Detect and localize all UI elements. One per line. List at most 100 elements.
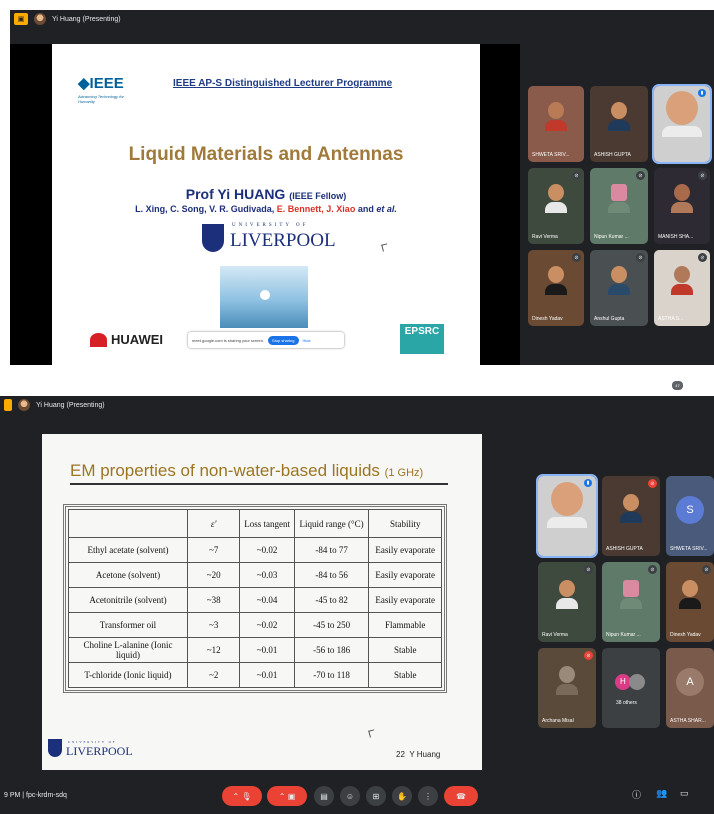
water-drop-image bbox=[220, 266, 308, 328]
presenter-avatar bbox=[34, 13, 46, 25]
captions-button[interactable]: ▤ bbox=[314, 786, 334, 806]
mic-off-icon: ⊘ bbox=[648, 565, 657, 574]
slide-footer: 22 Y Huang bbox=[396, 750, 440, 759]
mic-off-icon: ⊘ bbox=[698, 253, 707, 262]
emoji-icon: ☺ bbox=[345, 791, 355, 801]
chevron-up-icon[interactable]: ⌃ bbox=[232, 792, 239, 801]
mic-off-icon: ⊘ bbox=[636, 253, 645, 262]
speaking-indicator-icon: ▮ bbox=[584, 479, 592, 487]
hide-notice-button[interactable]: Hide bbox=[303, 338, 311, 343]
participant-tile[interactable]: ⊘ MANISH SHA... bbox=[654, 168, 710, 244]
slide-title: Liquid Materials and Antennas bbox=[128, 144, 404, 165]
chat-icon[interactable]: ▭ bbox=[680, 788, 689, 799]
end-call-icon: ☎ bbox=[456, 791, 466, 801]
screen-share-area: EM properties of non-water-based liquids… bbox=[0, 430, 524, 770]
slide: EM properties of non-water-based liquids… bbox=[42, 434, 482, 770]
more-vert-icon: ⋮ bbox=[424, 791, 432, 801]
screen-share-area: ◆IEEE Advancing Technology for Humanity … bbox=[10, 44, 520, 365]
epsrc-logo: EPSRC bbox=[400, 324, 444, 354]
em-properties-table: ε' Loss tangent Liquid range (°C) Stabil… bbox=[63, 504, 447, 693]
participant-tile[interactable]: ⊘ Nipun Kumar ... bbox=[602, 562, 660, 642]
participant-tile[interactable]: ⊘ Archana Misal bbox=[538, 648, 596, 728]
mic-off-icon: ⊘ bbox=[572, 171, 581, 180]
chevron-up-icon[interactable]: ⌃ bbox=[279, 792, 286, 801]
info-icon[interactable]: ⓘ bbox=[632, 788, 641, 801]
page-number: 22 bbox=[396, 750, 405, 759]
crest-icon bbox=[48, 739, 62, 757]
present-button[interactable]: ⊞ bbox=[366, 786, 386, 806]
participant-tile[interactable]: ⊘ Nipun Kumar ... bbox=[590, 168, 648, 244]
presenter-name: Prof Yi HUANG (IEEE Fellow) bbox=[185, 186, 347, 202]
authors: L. Xing, C. Song, V. R. Gudivada, E. Ben… bbox=[135, 204, 397, 214]
mic-off-icon: ⊘ bbox=[636, 171, 645, 180]
camera-toggle-button[interactable]: ⌃ ▣ bbox=[267, 786, 307, 806]
speaking-indicator-icon: ▮ bbox=[698, 89, 706, 97]
mic-off-icon: ⊘ bbox=[584, 565, 593, 574]
slide: ◆IEEE Advancing Technology for Humanity … bbox=[52, 44, 480, 365]
avatar: A bbox=[676, 667, 704, 696]
more-options-button[interactable]: ⋮ bbox=[418, 786, 438, 806]
participant-tile[interactable]: ⊘ Anshul Gupta bbox=[590, 250, 648, 326]
presenter-bar: ▣ Yi Huang (Presenting) bbox=[10, 10, 714, 28]
presenter-label: Yi Huang (Presenting) bbox=[36, 401, 105, 409]
participant-tile[interactable]: ⊘ Ravi Verma bbox=[528, 168, 584, 244]
participant-tile[interactable]: SHWETA SRIV... bbox=[528, 86, 584, 162]
present-to-all-icon[interactable] bbox=[4, 399, 12, 411]
participant-tile-speaking[interactable]: ▮ bbox=[536, 474, 598, 558]
present-to-all-icon[interactable]: ▣ bbox=[14, 13, 28, 25]
huawei-logo: HUAWEI bbox=[90, 332, 163, 347]
people-icon[interactable]: 👥 bbox=[656, 788, 667, 799]
table-row: Choline L-alanine (Ionic liquid) ~12 ~0.01… bbox=[68, 637, 442, 663]
mic-off-icon: 🎙 bbox=[241, 791, 252, 801]
raise-hand-button[interactable]: ✋ bbox=[392, 786, 412, 806]
presenter-bar: Yi Huang (Presenting) bbox=[0, 396, 714, 414]
stop-sharing-button[interactable]: Stop sharing bbox=[268, 335, 299, 345]
presenter-label: Yi Huang (Presenting) bbox=[52, 15, 121, 23]
mic-off-icon: ⊘ bbox=[698, 171, 707, 180]
participant-tile[interactable]: S SHWETA SRIV... bbox=[666, 476, 714, 556]
meet-screenshot-2: Yi Huang (Presenting) EM properties of n… bbox=[0, 396, 714, 814]
mic-toggle-button[interactable]: ⌃ 🎙 bbox=[222, 786, 262, 806]
table-row: Ethyl acetate (solvent) ~7 ~0.02 -84 to 77 E… bbox=[68, 537, 442, 563]
liverpool-logo: UNIVERSITY OF LIVERPOOL bbox=[48, 739, 148, 759]
hand-icon: ✋ bbox=[397, 791, 407, 801]
emoji-button[interactable]: ☺ bbox=[340, 786, 360, 806]
footer-name: Y Huang bbox=[409, 750, 441, 759]
participant-count-badge: 47 bbox=[672, 381, 683, 390]
mic-off-icon: ⊘ bbox=[648, 479, 657, 488]
table-row: T-chloride (Ionic liquid) ~2 ~0.01 -70 to 1… bbox=[68, 662, 442, 688]
title-underline bbox=[70, 483, 448, 485]
meeting-controls-bar: 9 PM | fpc-krdm-sdq ⌃ 🎙 ⌃ ▣ ▤ ☺ ⊞ ✋ ⋮ ☎ … bbox=[0, 778, 714, 814]
liverpool-logo: UNIVERSITY OF LIVERPOOL bbox=[202, 221, 342, 259]
participant-tile[interactable]: ASHISH GUPTA bbox=[590, 86, 648, 162]
others-tile[interactable]: H 38 others bbox=[602, 648, 660, 728]
participant-tile[interactable]: A ASTHA SHAR... bbox=[666, 648, 714, 728]
meet-screenshot-1: ▣ Yi Huang (Presenting) ◆IEEE Advancing … bbox=[10, 10, 714, 365]
huawei-flower-icon bbox=[90, 332, 107, 347]
programme-title: IEEE AP-S Distinguished Lecturer Program… bbox=[173, 78, 393, 89]
captions-icon: ▤ bbox=[320, 791, 328, 801]
participant-tile[interactable]: ⊘ Ravi Verma bbox=[538, 562, 596, 642]
table-row: Transformer oil ~3 ~0.02 -45 to 250 Flammabl… bbox=[68, 612, 442, 638]
table-row: Acetonitrile (solvent) ~38 ~0.04 -45 to 82 E… bbox=[68, 587, 442, 613]
leave-call-button[interactable]: ☎ bbox=[444, 786, 478, 806]
ieee-tagline: Advancing Technology for Humanity bbox=[78, 94, 124, 104]
slide-title: EM properties of non-water-based liquids… bbox=[70, 461, 424, 480]
participant-tile[interactable]: ⊘ ASTHA S... bbox=[654, 250, 710, 326]
mic-off-icon: ⊘ bbox=[584, 651, 593, 660]
mouse-cursor-icon bbox=[381, 243, 389, 252]
present-icon: ⊞ bbox=[372, 791, 380, 801]
mic-off-icon: ⊘ bbox=[572, 253, 581, 262]
ieee-logo: ◆IEEE bbox=[78, 75, 124, 92]
avatar: S bbox=[676, 495, 704, 524]
meeting-time-and-code: 9 PM | fpc-krdm-sdq bbox=[4, 792, 67, 799]
table-header-row: ε' Loss tangent Liquid range (°C) Stabil… bbox=[68, 509, 442, 538]
table-row: Acetone (solvent) ~20 ~0.03 -84 to 56 Easily… bbox=[68, 562, 442, 588]
mouse-cursor-icon bbox=[368, 729, 376, 738]
screen-share-notice: meet.google.com is sharing your screen. … bbox=[188, 332, 344, 348]
participant-tile[interactable]: ⊘ Dinesh Yadav bbox=[528, 250, 584, 326]
participant-tile[interactable]: ⊘ ASHISH GUPTA bbox=[602, 476, 660, 556]
participant-tile-speaking[interactable]: ▮ bbox=[652, 84, 712, 164]
avatar bbox=[628, 673, 645, 690]
participant-tile[interactable]: ⊘ Dinesh Yadav bbox=[666, 562, 714, 642]
